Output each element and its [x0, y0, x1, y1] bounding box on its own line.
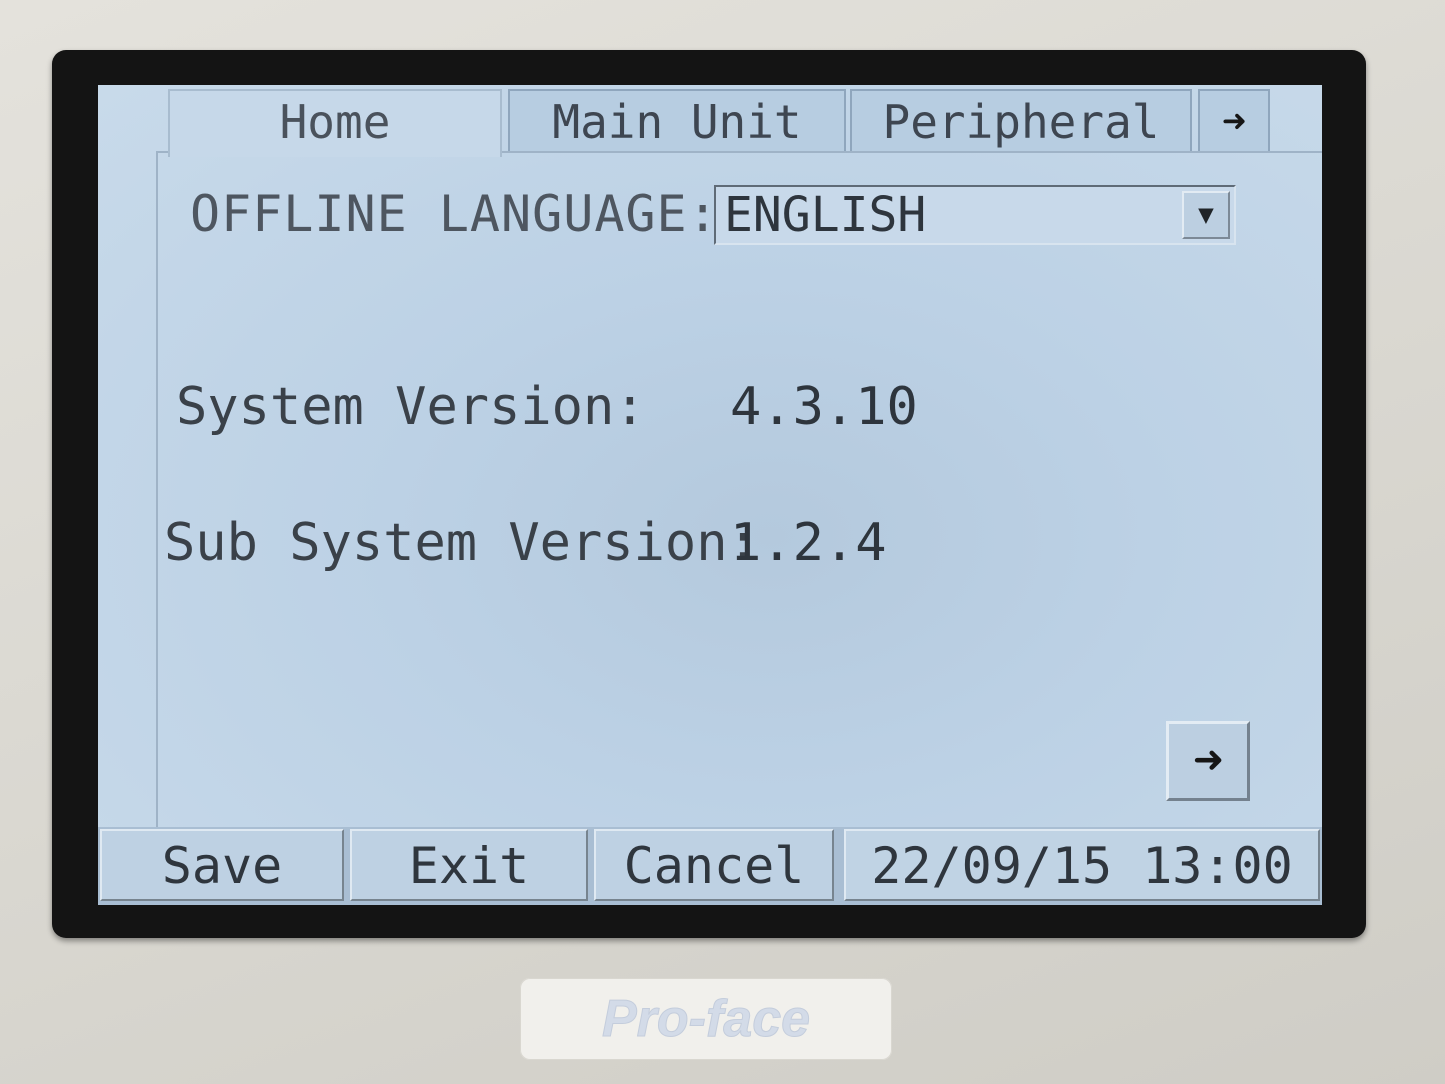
tab-main-unit-label: Main Unit [552, 95, 802, 149]
tab-scroll-right-button[interactable]: ➜ [1198, 89, 1270, 151]
datetime-display: 22/09/15 13:00 [844, 829, 1320, 901]
offline-language-select[interactable]: ENGLISH ▼ [714, 185, 1236, 245]
logo-text: Pro-face [602, 990, 810, 1048]
brand-logo: Pro-face [520, 978, 892, 1060]
arrow-right-icon: ➜ [1221, 99, 1247, 145]
system-version-label: System Version: [176, 377, 646, 437]
next-page-button[interactable]: ➜ [1166, 721, 1250, 801]
offline-language-value: ENGLISH [724, 187, 927, 243]
sub-system-version-value: 1.2.4 [730, 513, 887, 573]
footer-bar: Save Exit Cancel 22/09/15 13:00 [98, 827, 1322, 905]
tab-peripheral-label: Peripheral [882, 95, 1160, 149]
offline-language-label: OFFLINE LANGUAGE: [190, 185, 719, 243]
exit-button[interactable]: Exit [350, 829, 588, 901]
tab-home[interactable]: Home [168, 89, 502, 157]
tab-main-unit[interactable]: Main Unit [508, 89, 846, 151]
chevron-down-icon[interactable]: ▼ [1182, 191, 1230, 239]
tab-peripheral[interactable]: Peripheral [850, 89, 1192, 151]
system-version-value: 4.3.10 [730, 377, 918, 437]
tab-home-label: Home [279, 95, 391, 149]
hmi-screen: Home Main Unit Peripheral ➜ OFFLINE LANG… [98, 85, 1322, 905]
arrow-right-icon: ➜ [1192, 731, 1224, 789]
pro-face-logo: Pro-face [601, 990, 810, 1049]
save-button[interactable]: Save [100, 829, 344, 901]
cancel-button[interactable]: Cancel [594, 829, 834, 901]
home-panel [156, 151, 1322, 829]
sub-system-version-label: Sub System Version: [164, 513, 759, 573]
